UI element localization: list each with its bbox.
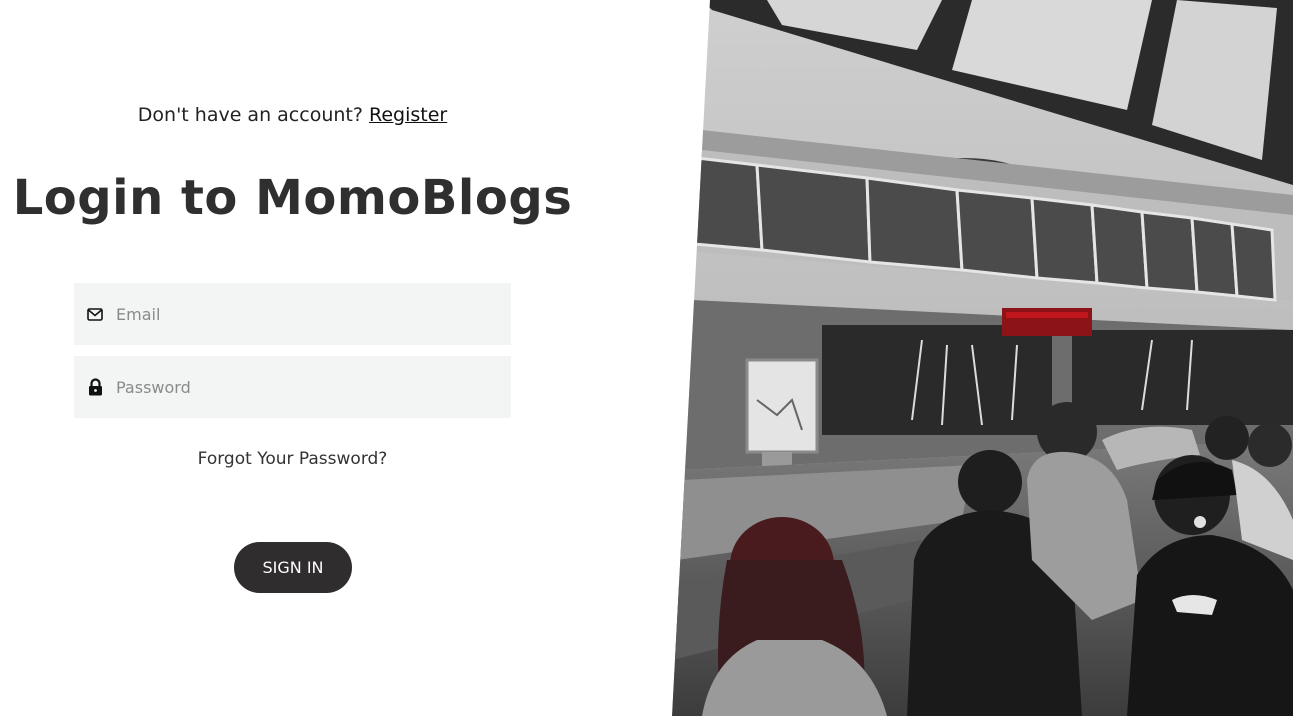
- email-input[interactable]: [114, 282, 511, 346]
- train-station-photo: [672, 0, 1293, 716]
- register-prompt: Don't have an account? Register: [0, 104, 585, 126]
- password-input[interactable]: [114, 355, 511, 419]
- hero-photo: [672, 0, 1293, 716]
- lock-icon: [74, 378, 114, 396]
- register-link[interactable]: Register: [369, 104, 447, 126]
- password-field-container: [74, 355, 511, 419]
- mail-icon: [74, 307, 114, 321]
- page-title: Login to MomoBlogs: [12, 170, 573, 226]
- login-panel: Don't have an account? Register Login to…: [0, 0, 600, 716]
- sign-in-button[interactable]: SIGN IN: [234, 542, 352, 593]
- forgot-password-link[interactable]: Forgot Your Password?: [0, 449, 585, 469]
- register-prompt-text: Don't have an account?: [137, 104, 363, 126]
- email-field-container: [74, 282, 511, 346]
